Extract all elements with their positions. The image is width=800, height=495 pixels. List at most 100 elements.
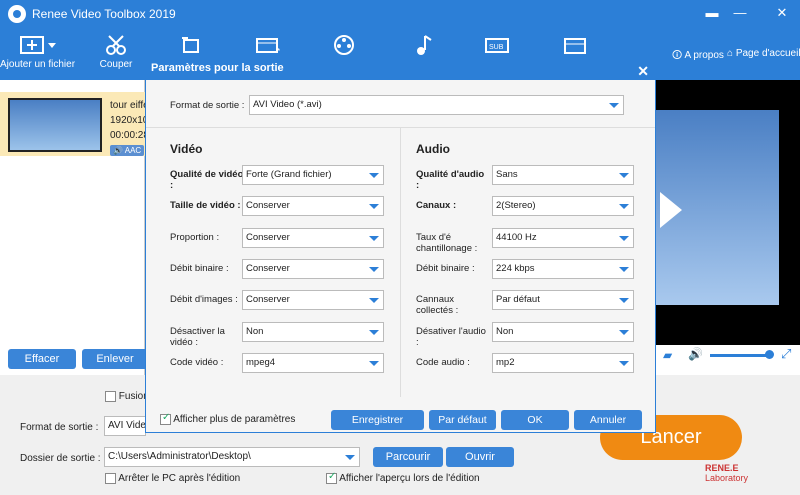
video-field-select[interactable]: Forte (Grand fichier) <box>242 165 384 185</box>
audio-field-label: Qualité d'audio : <box>416 169 485 191</box>
film-effects-icon: * <box>256 38 280 56</box>
preview-option[interactable]: Afficher l'aperçu lors de l'édition <box>326 471 480 484</box>
audio-field-select[interactable]: 44100 Hz <box>492 227 634 248</box>
more-params-checkbox[interactable] <box>160 412 171 425</box>
minimize-icon[interactable]: — <box>730 5 750 20</box>
chevron-down-icon <box>609 103 619 108</box>
home-link[interactable]: ⌂ Page d'accueil <box>727 48 800 59</box>
audio-field-select[interactable]: mp2 <box>492 352 634 373</box>
video-thumbnail <box>8 98 102 152</box>
audio-field-label: Débit binaire : <box>416 262 475 274</box>
video-field-select[interactable]: Conserver <box>242 196 384 217</box>
open-button[interactable]: Ouvrir <box>446 447 514 467</box>
folder-label: Dossier de sortie : <box>20 453 101 464</box>
svg-text:SUB: SUB <box>489 44 504 51</box>
merge-checkbox[interactable] <box>105 391 116 402</box>
video-field-select[interactable]: Conserver <box>242 290 384 311</box>
more-params-option[interactable]: Afficher plus de paramètres <box>160 412 295 425</box>
subtitle-icon: SUB <box>485 38 509 53</box>
audio-field-label: Canaux : <box>416 200 457 212</box>
audio-field-select[interactable]: Non <box>492 321 634 342</box>
video-field-select[interactable]: Conserver <box>242 258 384 279</box>
video-heading: Vidéo <box>170 142 203 156</box>
file-resolution: 1920x10 <box>110 115 149 126</box>
column-divider <box>400 127 401 397</box>
preview-controls: ▰ 🔊 ⤢ <box>655 345 800 365</box>
preview-checkbox[interactable] <box>326 471 337 484</box>
about-link[interactable]: 🛈 A propos <box>672 48 724 65</box>
video-field-select[interactable]: Conserver <box>242 227 384 248</box>
video-field-label: Débit d'images : <box>170 294 238 306</box>
folder-field[interactable]: C:\Users\Administrator\Desktop\ <box>104 447 360 467</box>
audio-field-label: Cannaux collectés : <box>416 294 459 317</box>
chevron-down-icon <box>369 173 379 178</box>
menu-icon[interactable]: ▬ <box>702 5 722 20</box>
audio-field-label: Taux d'é chantillonage : <box>416 231 478 254</box>
dialog-body: Format de sortie : AVI Video (*.avi) Vid… <box>146 80 655 404</box>
cut-button[interactable]: Couper <box>93 28 139 80</box>
video-field-label: Taille de vidéo : <box>170 200 241 212</box>
video-field-label: Qualité de vidéo : <box>170 169 244 191</box>
folder-icon[interactable]: ▰ <box>663 348 672 362</box>
chevron-down-icon <box>369 235 379 241</box>
chevron-down-icon <box>369 329 379 335</box>
brand-logo: RENE.E Laboratory <box>705 463 749 483</box>
ok-button[interactable]: OK <box>501 410 569 430</box>
dialog-title: Paramètres pour la sortie <box>151 62 284 74</box>
file-list-panel: tour eiffe 1920x10 00:00:28 🔊 AAC <box>0 80 149 375</box>
chevron-down-icon <box>619 266 629 272</box>
add-video-icon <box>20 36 56 54</box>
music-note-icon <box>417 35 432 55</box>
chevron-down-icon <box>369 266 379 272</box>
chevron-down-icon <box>619 235 629 241</box>
default-button[interactable]: Par défaut <box>429 410 496 430</box>
play-icon[interactable] <box>660 192 682 228</box>
chevron-down-icon <box>619 298 629 304</box>
fullscreen-icon[interactable]: ⤢ <box>781 346 791 362</box>
info-icon: 🛈 <box>672 50 685 61</box>
close-window-icon[interactable]: ✕ <box>772 5 792 21</box>
speaker-icon: 🔊 <box>113 146 125 155</box>
dialog-format-label: Format de sortie : <box>170 100 245 111</box>
chevron-down-icon <box>369 360 379 366</box>
video-field-select[interactable]: mpeg4 <box>242 352 384 373</box>
rotate-icon <box>182 37 199 53</box>
audio-field-select[interactable]: Par défaut <box>492 290 634 311</box>
format-label: Format de sortie : <box>20 422 99 433</box>
app-logo-icon <box>8 5 26 23</box>
add-file-button[interactable]: Ajouter un fichier <box>0 28 75 80</box>
file-item[interactable]: tour eiffe 1920x10 00:00:28 🔊 AAC <box>0 92 149 156</box>
audio-field-select[interactable]: 224 kbps <box>492 258 634 279</box>
chevron-down-icon <box>369 298 379 304</box>
audio-field-select[interactable]: 2(Stereo) <box>492 196 634 217</box>
volume-icon[interactable]: 🔊 <box>688 347 703 361</box>
browse-button[interactable]: Parcourir <box>373 447 443 467</box>
file-info: tour eiffe 1920x10 00:00:28 <box>110 98 149 143</box>
chevron-down-icon <box>345 455 355 460</box>
film-reel-icon <box>334 35 354 55</box>
file-name: tour eiffe <box>110 100 149 111</box>
chevron-down-icon <box>619 173 629 178</box>
output-settings-dialog: Paramètres pour la sortie ✕ Format de so… <box>145 55 656 433</box>
volume-slider[interactable] <box>710 354 770 357</box>
chevron-down-icon <box>369 204 379 210</box>
dialog-title-bar: Paramètres pour la sortie ✕ <box>146 56 655 80</box>
dialog-format-select[interactable]: AVI Video (*.avi) <box>249 95 624 115</box>
shutdown-checkbox[interactable] <box>105 473 116 484</box>
merge-option[interactable]: Fusion <box>105 391 149 402</box>
video-field-label: Code vidéo : <box>170 356 224 368</box>
shutdown-option[interactable]: Arrêter le PC après l'édition <box>105 473 240 484</box>
volume-handle[interactable] <box>765 350 774 359</box>
audio-heading: Audio <box>416 142 450 156</box>
audio-track-badge[interactable]: 🔊 AAC <box>110 145 145 156</box>
video-field-label: Débit binaire : <box>170 262 229 274</box>
chevron-down-icon <box>619 329 629 335</box>
clear-button[interactable]: Effacer <box>8 349 76 369</box>
app-title: Renee Video Toolbox 2019 <box>32 7 176 21</box>
cancel-button[interactable]: Annuler <box>574 410 642 430</box>
format-select[interactable]: AVI Video <box>104 416 146 436</box>
audio-field-select[interactable]: Sans <box>492 165 634 185</box>
remove-button[interactable]: Enlever <box>82 349 148 369</box>
video-field-select[interactable]: Non <box>242 321 384 342</box>
save-button[interactable]: Enregistrer <box>331 410 424 430</box>
